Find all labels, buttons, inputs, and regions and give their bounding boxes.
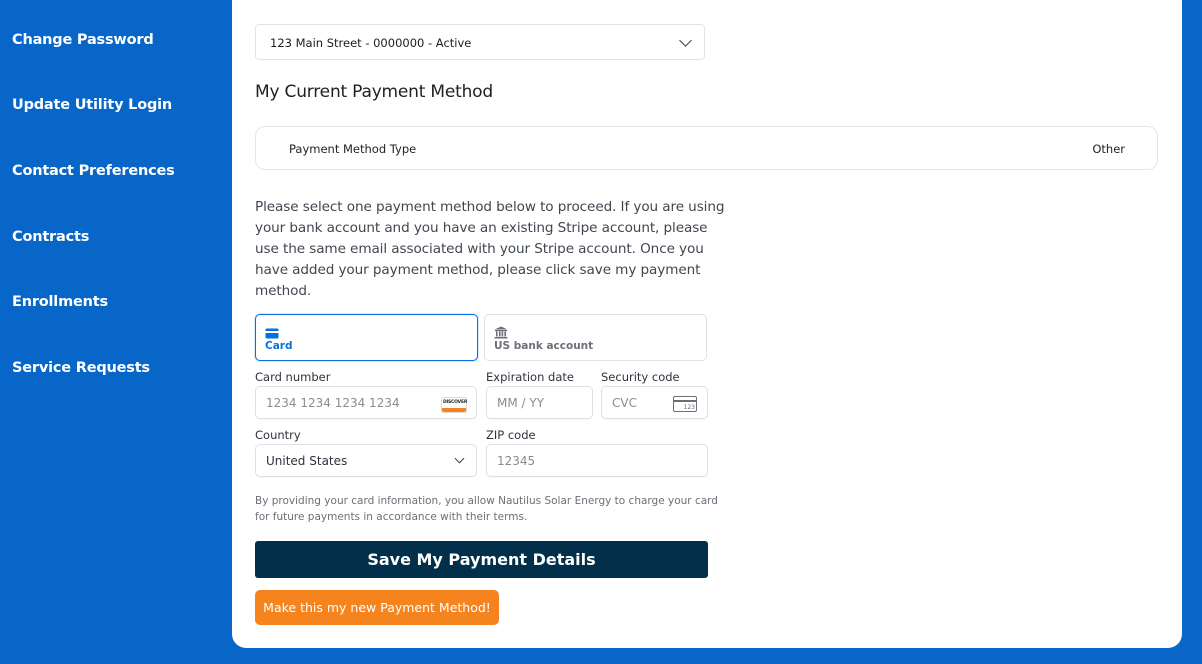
cvc-card-icon-text: 123 xyxy=(683,404,695,411)
payment-method-type-label: Payment Method Type xyxy=(289,142,417,156)
tab-us-bank-account-label: US bank account xyxy=(494,340,594,352)
country-select[interactable]: United States xyxy=(255,444,477,477)
security-code-label: Security code xyxy=(601,370,680,384)
zip-code-label: ZIP code xyxy=(486,428,536,442)
current-payment-method-card: Payment Method Type Other xyxy=(255,126,1158,170)
account-select-value: 123 Main Street - 0000000 - Active xyxy=(270,36,472,50)
zip-code-placeholder: 12345 xyxy=(497,454,536,468)
payment-method-type-value: Other xyxy=(1092,142,1125,156)
card-number-label: Card number xyxy=(255,370,331,384)
sidebar: Change Password Update Utility Login Con… xyxy=(0,0,232,664)
chevron-down-icon xyxy=(454,453,465,464)
zip-code-input[interactable]: 12345 xyxy=(486,444,708,477)
sidebar-item-contact-preferences[interactable]: Contact Preferences xyxy=(12,163,175,179)
tab-card[interactable]: Card xyxy=(255,314,478,361)
card-number-input[interactable]: 1234 1234 1234 1234 DISCOVER xyxy=(255,386,477,419)
account-select[interactable]: 123 Main Street - 0000000 - Active xyxy=(255,24,705,60)
sidebar-item-contracts[interactable]: Contracts xyxy=(12,229,89,245)
cvc-card-icon: 123 xyxy=(673,396,697,412)
tab-card-label: Card xyxy=(265,340,293,352)
security-code-input[interactable]: CVC 123 xyxy=(601,386,708,419)
card-number-placeholder: 1234 1234 1234 1234 xyxy=(266,396,400,410)
chevron-down-icon xyxy=(679,34,692,47)
make-default-payment-method-button[interactable]: Make this my new Payment Method! xyxy=(255,590,499,625)
sidebar-item-change-password[interactable]: Change Password xyxy=(12,32,154,48)
expiration-date-label: Expiration date xyxy=(486,370,574,384)
expiration-date-placeholder: MM / YY xyxy=(497,396,545,410)
card-terms-text: By providing your card information, you … xyxy=(255,495,718,523)
security-code-placeholder: CVC xyxy=(612,396,637,410)
country-label: Country xyxy=(255,428,301,442)
country-select-value: United States xyxy=(266,454,348,468)
sidebar-item-service-requests[interactable]: Service Requests xyxy=(12,360,150,376)
sidebar-item-update-utility-login[interactable]: Update Utility Login xyxy=(12,97,172,113)
payment-instructions: Please select one payment method below t… xyxy=(255,199,725,299)
tab-us-bank-account[interactable]: US bank account xyxy=(484,314,707,361)
save-payment-details-button[interactable]: Save My Payment Details xyxy=(255,541,708,578)
discover-logo-text: DISCOVER xyxy=(443,400,468,405)
sidebar-item-enrollments[interactable]: Enrollments xyxy=(12,294,108,310)
discover-logo-icon: DISCOVER xyxy=(441,397,467,413)
current-payment-method-title: My Current Payment Method xyxy=(255,82,493,102)
expiration-date-input[interactable]: MM / YY xyxy=(486,386,593,419)
